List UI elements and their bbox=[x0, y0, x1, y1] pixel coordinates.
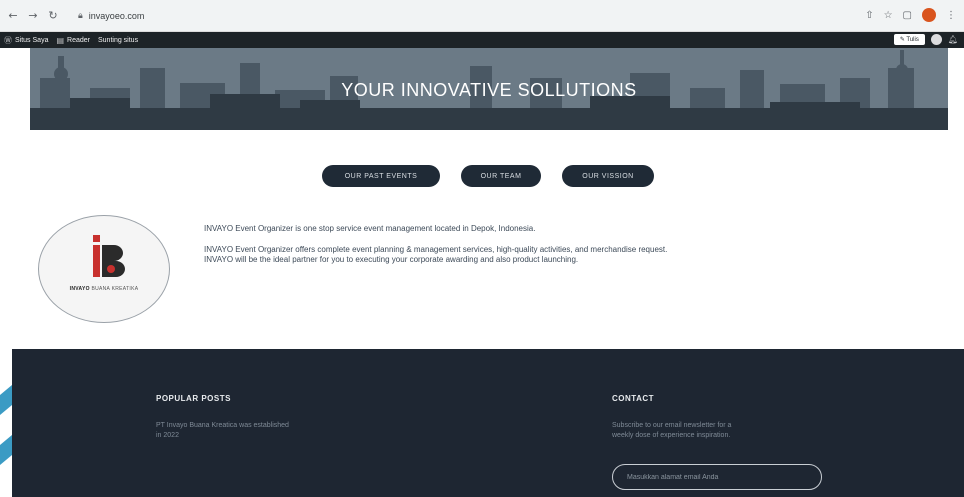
star-icon[interactable]: ☆ bbox=[884, 10, 893, 21]
url-text: invayoeo.com bbox=[88, 10, 145, 21]
hero-banner: YOUR INNOVATIVE SOLLUTIONS bbox=[30, 48, 948, 130]
extensions-icon[interactable]: ▢ bbox=[903, 10, 912, 21]
section-nav-buttons: OUR PAST EVENTS OUR TEAM OUR VISSION bbox=[0, 165, 964, 187]
logo-mark-icon bbox=[93, 235, 125, 277]
contact-heading: CONTACT bbox=[612, 394, 655, 403]
about-line: INVAYO will be the ideal partner for you… bbox=[204, 255, 579, 264]
about-paragraph: INVAYO Event Organizer offers complete e… bbox=[204, 245, 924, 265]
admin-bar-label: Sunting situs bbox=[98, 36, 139, 44]
logo-wordmark: INVAYO BUANA KREATIKA bbox=[39, 286, 169, 292]
arrow-left-icon[interactable]: ← bbox=[6, 9, 20, 23]
company-logo: INVAYO BUANA KREATIKA bbox=[38, 215, 170, 323]
about-section: INVAYO Event Organizer is one stop servi… bbox=[204, 224, 924, 276]
admin-bar-label: Situs Saya bbox=[15, 36, 49, 44]
notifications-icon[interactable]: 🔔︎ bbox=[948, 35, 958, 44]
admin-bar-item-my-site[interactable]: Ⓦ Situs Saya bbox=[4, 35, 48, 46]
browser-actions: ⇧ ☆ ▢ ⋮ bbox=[865, 8, 956, 22]
popular-post-link[interactable]: PT Invayo Buana Kreatica was established… bbox=[156, 421, 289, 441]
our-team-button[interactable]: OUR TEAM bbox=[461, 165, 541, 187]
share-icon[interactable]: ⇧ bbox=[865, 10, 873, 21]
write-button[interactable]: ✎ Tulis bbox=[893, 34, 925, 45]
about-line: INVAYO Event Organizer offers complete e… bbox=[204, 245, 668, 254]
decorative-stripe bbox=[0, 384, 12, 416]
contact-description: Subscribe to our email newsletter for a … bbox=[612, 421, 731, 441]
reader-icon: ▤ bbox=[56, 35, 65, 45]
decorative-stripe bbox=[0, 434, 12, 466]
hero-title: YOUR INNOVATIVE SOLLUTIONS bbox=[341, 80, 637, 100]
menu-dots-icon[interactable]: ⋮ bbox=[946, 10, 956, 21]
browser-toolbar: ← → ↻ 🔒︎ invayoeo.com ⇧ ☆ ▢ ⋮ bbox=[0, 0, 964, 32]
popular-post-line: in 2022 bbox=[156, 432, 179, 439]
popular-posts-heading: POPULAR POSTS bbox=[156, 394, 231, 403]
address-bar[interactable]: 🔒︎ invayoeo.com bbox=[70, 5, 840, 26]
about-paragraph: INVAYO Event Organizer is one stop servi… bbox=[204, 224, 536, 233]
arrow-right-icon[interactable]: → bbox=[26, 9, 40, 23]
contact-line: Subscribe to our email newsletter for a bbox=[612, 422, 732, 429]
lock-icon: 🔒︎ bbox=[78, 10, 83, 21]
logo-brand-rest: BUANA KREATIKA bbox=[89, 286, 139, 292]
admin-bar-item-edit-site[interactable]: Sunting situs bbox=[98, 37, 138, 44]
profile-avatar[interactable] bbox=[922, 8, 936, 22]
contact-line: weekly dose of experience inspiration. bbox=[612, 432, 731, 439]
site-footer: POPULAR POSTS PT Invayo Buana Kreatica w… bbox=[12, 349, 964, 497]
our-vision-button[interactable]: OUR VISSION bbox=[562, 165, 654, 187]
wordpress-admin-bar: Ⓦ Situs Saya ▤ Reader Sunting situs ✎ Tu… bbox=[0, 32, 964, 48]
past-events-button[interactable]: OUR PAST EVENTS bbox=[322, 165, 440, 187]
popular-post-line: PT Invayo Buana Kreatica was established bbox=[156, 422, 289, 429]
reload-icon[interactable]: ↻ bbox=[46, 9, 60, 23]
wordpress-icon: Ⓦ bbox=[4, 35, 12, 45]
admin-bar-label: Reader bbox=[67, 36, 90, 44]
user-avatar[interactable] bbox=[930, 34, 942, 45]
admin-bar-right: ✎ Tulis 🔔︎ bbox=[893, 34, 958, 45]
logo-brand-bold: INVAYO bbox=[69, 286, 90, 292]
admin-bar-item-reader[interactable]: ▤ Reader bbox=[56, 36, 90, 45]
newsletter-email-input[interactable] bbox=[612, 464, 822, 490]
